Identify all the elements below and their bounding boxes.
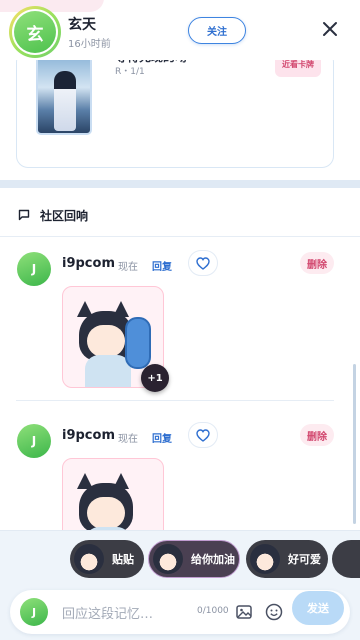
reaction-label: 给你加油: [191, 553, 235, 566]
commenter-avatar[interactable]: J: [17, 252, 51, 286]
commenter-avatar[interactable]: J: [17, 424, 51, 458]
comment-time: 现在: [118, 262, 138, 273]
comment-input-box[interactable]: J 回应这段记忆… 0/1000 发送: [10, 590, 350, 634]
sticker-thumbnail-icon: [153, 544, 183, 574]
send-button[interactable]: 发送: [292, 591, 344, 625]
follow-button[interactable]: 关注: [188, 17, 246, 44]
top-pill-decoration: [0, 0, 104, 12]
like-button[interactable]: [188, 250, 218, 276]
author-name[interactable]: 玄天: [68, 14, 96, 34]
quick-reaction-bar: 贴贴 给你加油 好可爱: [0, 530, 360, 586]
delete-button[interactable]: 删除: [300, 424, 334, 446]
close-icon[interactable]: [318, 17, 342, 41]
commenter-name[interactable]: i9pcom: [62, 256, 115, 271]
reply-button[interactable]: 回复: [152, 430, 172, 445]
reaction-chip[interactable]: 好可爱: [246, 540, 328, 578]
reaction-label: 好可爱: [288, 553, 321, 566]
memory-card-thumbnail[interactable]: [36, 55, 92, 135]
section-divider: [0, 180, 360, 188]
reaction-chip[interactable]: 贴贴: [70, 540, 144, 578]
comment-separator: [16, 400, 334, 401]
section-title: 社区回响: [40, 209, 89, 223]
sticker-thumbnail-icon: [250, 544, 280, 574]
memory-meta: R・1/1: [115, 67, 145, 77]
author-avatar-char: 玄: [14, 11, 56, 53]
delete-button[interactable]: 删除: [300, 252, 334, 274]
reply-button[interactable]: 回复: [152, 258, 172, 273]
heart-icon: [196, 428, 210, 442]
char-counter: 0/1000: [197, 606, 229, 616]
section-header: 社区回响: [18, 206, 88, 225]
sticker-thumbnail-icon: [74, 544, 104, 574]
like-button[interactable]: [188, 422, 218, 448]
post-time: 16小时前: [68, 39, 111, 50]
emoji-icon[interactable]: [264, 602, 284, 622]
commenter-name[interactable]: i9pcom: [62, 428, 115, 443]
comment-time: 现在: [118, 434, 138, 445]
thumbs-up-icon: [125, 317, 151, 369]
community-section: 社区回响 J i9pcom 现在 回复 删除 +1 J i9pcom 现在 回复…: [0, 188, 360, 588]
comment-input[interactable]: 回应这段记忆…: [62, 603, 153, 622]
reaction-label: 贴贴: [112, 553, 134, 566]
memory-card[interactable]: 等待兑现的吻 R・1/1 近看卡牌: [16, 50, 334, 168]
reaction-chip-overflow[interactable]: [332, 540, 360, 578]
post-author-header: 玄 玄天 16小时前 关注: [0, 0, 360, 60]
reaction-chip[interactable]: 给你加油: [148, 540, 240, 578]
heart-icon: [196, 256, 210, 270]
image-icon[interactable]: [234, 602, 254, 622]
scrollbar[interactable]: [353, 364, 356, 524]
my-avatar: J: [20, 598, 48, 626]
comment-item: J i9pcom 现在 回复 删除: [0, 238, 360, 398]
section-divider-line: [0, 236, 360, 237]
comment-input-bar: J 回应这段记忆… 0/1000 发送: [0, 586, 360, 640]
reaction-count-badge[interactable]: +1: [141, 364, 169, 392]
memory-card-area: 等待兑现的吻 R・1/1 近看卡牌: [0, 50, 360, 180]
comment-flag-icon: [18, 206, 30, 225]
author-avatar[interactable]: 玄: [9, 6, 61, 58]
